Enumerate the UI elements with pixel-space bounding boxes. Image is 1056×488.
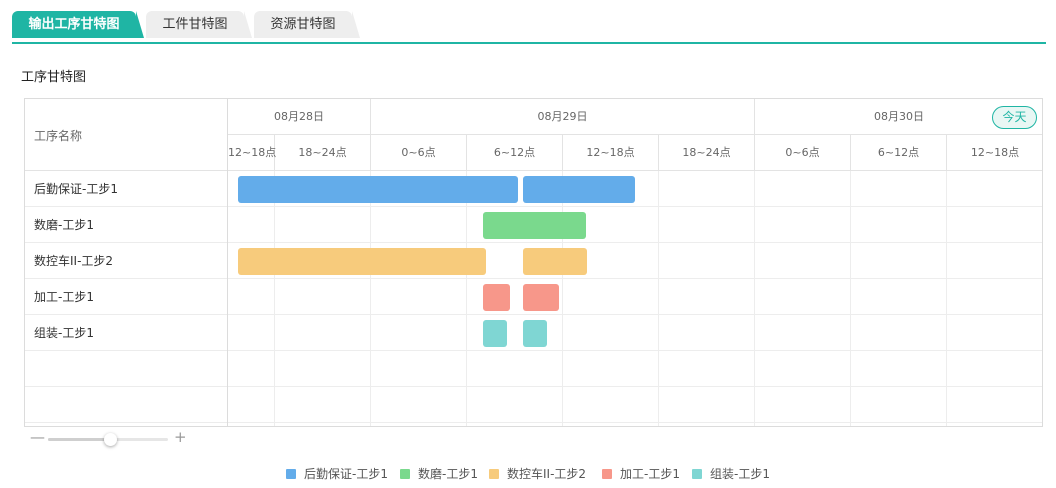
gantt-bar[interactable] — [523, 248, 587, 275]
grid-line — [228, 242, 1042, 243]
gantt-chart: 工序名称 后勤保证-工步1 数磨-工步1 数控车II-工步2 加工-工步1 组装… — [24, 98, 1043, 427]
time-slot-header: 18~24点 — [275, 135, 371, 171]
time-slot-header: 12~18点 — [947, 135, 1042, 171]
legend-label: 加工-工步1 — [620, 467, 680, 481]
time-slot-header: 6~12点 — [851, 135, 947, 171]
time-slot-header: 6~12点 — [467, 135, 563, 171]
legend-label: 数磨-工步1 — [418, 467, 478, 481]
today-button[interactable]: 今天 — [992, 106, 1037, 129]
legend-label: 数控车II-工步2 — [507, 467, 587, 481]
gantt-bar[interactable] — [483, 212, 586, 239]
gantt-bar[interactable] — [523, 284, 559, 311]
time-slot-header: 12~18点 — [563, 135, 659, 171]
grid-line — [562, 171, 563, 426]
legend-swatch — [602, 469, 612, 479]
time-slot-header: 0~6点 — [371, 135, 467, 171]
grid-line — [658, 171, 659, 426]
grid-line — [466, 171, 467, 426]
task-row[interactable]: 加工-工步1 — [25, 279, 227, 315]
gantt-bar[interactable] — [238, 248, 486, 275]
day-header: 08月28日 — [228, 99, 371, 135]
task-column-header: 工序名称 — [25, 99, 227, 171]
gantt-bar[interactable] — [523, 176, 635, 203]
empty-row — [25, 387, 227, 423]
empty-row — [25, 351, 227, 387]
time-slot-header: 12~18点 — [228, 135, 276, 171]
task-row[interactable]: 数控车II-工步2 — [25, 243, 227, 279]
grid-line — [274, 171, 275, 426]
grid-line — [228, 350, 1042, 351]
task-column-header-label: 工序名称 — [34, 129, 83, 143]
day-header: 08月29日 — [371, 99, 755, 135]
task-row[interactable]: 数磨-工步1 — [25, 207, 227, 243]
grid-line — [228, 422, 1042, 423]
task-row[interactable]: 组装-工步1 — [25, 315, 227, 351]
zoom-fill — [48, 438, 111, 441]
grid-line — [228, 278, 1042, 279]
grid-line — [946, 171, 947, 426]
task-row[interactable]: 后勤保证-工步1 — [25, 171, 227, 207]
legend-swatch — [400, 469, 410, 479]
tab-output-process-gantt[interactable]: 输出工序甘特图 — [12, 11, 144, 38]
zoom-slider-handle[interactable] — [104, 433, 117, 446]
grid-line — [370, 171, 371, 426]
zoom-control: — + — [28, 428, 188, 448]
tab-workpiece-gantt[interactable]: 工件甘特图 — [146, 11, 252, 38]
tab-resource-gantt[interactable]: 资源甘特图 — [254, 11, 360, 38]
legend-swatch — [286, 469, 296, 479]
legend-label: 后勤保证-工步1 — [304, 467, 388, 481]
grid-line — [228, 206, 1042, 207]
grid-line — [754, 171, 755, 426]
legend: 后勤保证-工步1 数磨-工步1 数控车II-工步2 加工-工步1 组装-工步1 — [0, 466, 1056, 482]
grid-line — [228, 314, 1042, 315]
gantt-bar[interactable] — [483, 320, 507, 347]
legend-swatch — [489, 469, 499, 479]
gantt-bar[interactable] — [238, 176, 518, 203]
legend-label: 组装-工步1 — [710, 467, 770, 481]
legend-swatch — [692, 469, 702, 479]
plus-icon[interactable]: + — [174, 428, 187, 446]
time-slot-header: 0~6点 — [755, 135, 851, 171]
time-slot-header: 18~24点 — [659, 135, 755, 171]
timeline: 08月28日 08月29日 08月30日 今天 12~18点 18~24点 0~… — [228, 99, 1042, 426]
gantt-bar[interactable] — [483, 284, 510, 311]
minus-icon[interactable]: — — [30, 428, 45, 446]
tab-bar: 输出工序甘特图 工件甘特图 资源甘特图 — [12, 11, 1046, 44]
gantt-bar[interactable] — [523, 320, 547, 347]
grid-line — [228, 386, 1042, 387]
grid-line — [850, 171, 851, 426]
section-title: 工序甘特图 — [21, 70, 87, 85]
task-list: 工序名称 后勤保证-工步1 数磨-工步1 数控车II-工步2 加工-工步1 组装… — [25, 99, 228, 426]
